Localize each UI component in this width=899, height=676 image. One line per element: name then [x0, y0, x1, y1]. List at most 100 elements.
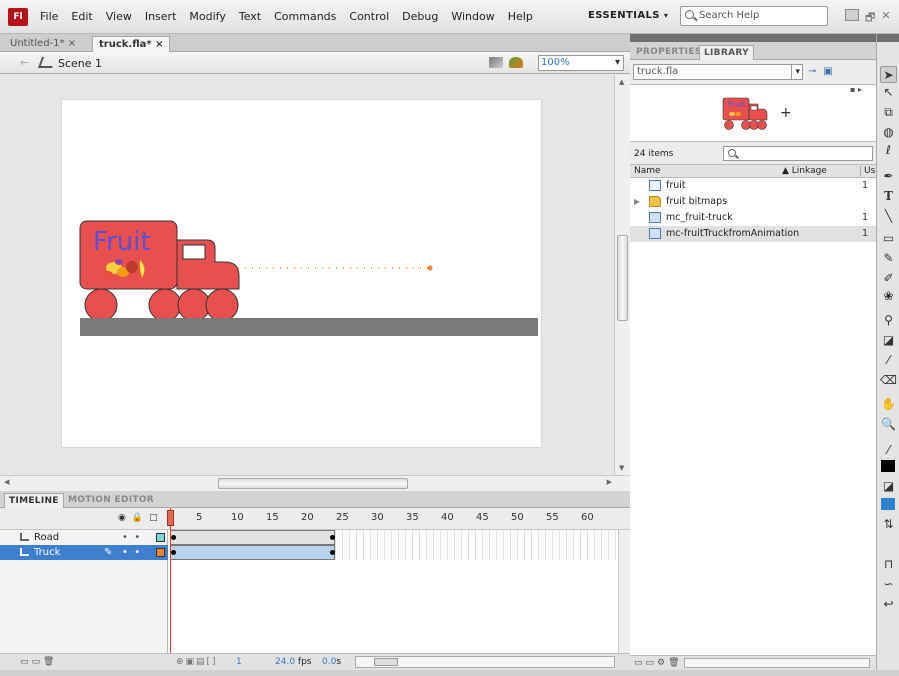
eyedropper-tool-icon[interactable]: ⁄ — [880, 352, 897, 369]
layer-buttons[interactable]: ▭▭🗑 — [20, 657, 57, 667]
library-item-mc-fruittruckfromanimation[interactable]: mc-fruitTruckfromAnimation 1 — [630, 226, 876, 242]
text-tool-icon[interactable]: T — [880, 188, 897, 205]
playhead-handle[interactable] — [167, 510, 174, 526]
stroke-color-swatch[interactable] — [881, 460, 895, 472]
help-search-input[interactable]: Search Help — [680, 6, 828, 26]
smooth-icon[interactable]: ∽ — [880, 576, 897, 593]
scroll-up-icon[interactable]: ▲ — [619, 78, 624, 86]
stage-vertical-scrollbar[interactable]: ▲ ▼ — [614, 75, 630, 475]
scroll-left-icon[interactable]: ◀ — [4, 478, 9, 486]
library-column-header: Name ▲ Linkage Us — [630, 164, 876, 178]
eye-icon[interactable]: ◉ — [118, 513, 126, 523]
pencil-tool-icon[interactable]: ✎ — [880, 250, 897, 267]
layer-visibility-dots[interactable]: • • — [122, 530, 140, 545]
layer-color-swatch[interactable] — [156, 533, 165, 542]
tab-library[interactable]: LIBRARY — [699, 45, 754, 60]
column-use-count[interactable]: Us — [860, 166, 875, 176]
road-frame-span[interactable] — [170, 530, 335, 545]
menu-text[interactable]: Text — [239, 10, 261, 23]
lock-icon[interactable]: 🔒 — [132, 513, 143, 523]
frame-rate[interactable]: 24.0 fps — [275, 657, 312, 667]
deco-tool-icon[interactable]: ❀ — [880, 288, 897, 305]
menu-view[interactable]: View — [106, 10, 132, 23]
onion-skin-icons[interactable]: ⊕▣▤[] — [176, 657, 218, 667]
rectangle-tool-icon[interactable]: ▭ — [880, 230, 897, 247]
playhead[interactable] — [170, 508, 171, 653]
menu-modify[interactable]: Modify — [189, 10, 225, 23]
new-library-icon[interactable]: ▣ — [823, 66, 832, 77]
library-document-select[interactable]: truck.fla — [633, 64, 803, 80]
expand-arrow-icon[interactable]: ▶ — [634, 194, 640, 210]
bone-tool-icon[interactable]: ⚲ — [880, 312, 897, 329]
menu-help[interactable]: Help — [508, 10, 533, 23]
tab-timeline[interactable]: TIMELINE — [4, 493, 64, 508]
subselection-tool-icon[interactable]: ↖ — [880, 84, 897, 101]
library-footer-buttons[interactable]: ▭▭⚙🗑 — [634, 658, 683, 668]
back-arrow-icon[interactable]: ← — [20, 56, 29, 69]
lasso-tool-icon[interactable]: ℓ — [880, 142, 897, 159]
pen-tool-icon[interactable]: ✒ — [880, 168, 897, 185]
layer-visibility-dots[interactable]: • • — [122, 545, 140, 560]
menu-insert[interactable]: Insert — [145, 10, 177, 23]
tab-motion-editor[interactable]: MOTION EDITOR — [64, 493, 158, 507]
line-tool-icon[interactable]: ╲ — [880, 208, 897, 225]
zoom-select[interactable]: 100% — [538, 55, 624, 71]
free-transform-tool-icon[interactable]: ⧉ — [880, 104, 897, 121]
layer-road[interactable]: Road • • — [0, 530, 168, 545]
selection-tool-icon[interactable]: ➤ — [880, 66, 897, 83]
scroll-right-icon[interactable]: ▶ — [607, 478, 612, 486]
scene-label[interactable]: Scene 1 — [58, 57, 102, 70]
tab-truck-fla[interactable]: truck.fla* × — [92, 36, 171, 52]
edit-scene-icon[interactable] — [489, 57, 503, 68]
3d-rotation-tool-icon[interactable]: ◍ — [880, 124, 897, 141]
column-linkage[interactable]: ▲ Linkage — [782, 166, 827, 176]
preview-controls-icon[interactable]: ▪ ▸ — [850, 85, 862, 94]
keyframe[interactable] — [171, 550, 176, 555]
column-name[interactable]: Name — [634, 166, 661, 176]
straighten-icon[interactable]: ↩ — [880, 596, 897, 613]
library-item-name: mc-fruitTruckfromAnimation — [666, 228, 800, 239]
scroll-down-icon[interactable]: ▼ — [619, 464, 624, 472]
snap-to-objects-icon[interactable]: ⊓ — [880, 556, 897, 573]
timeline-horizontal-scrollbar[interactable] — [355, 656, 615, 668]
library-search-input[interactable] — [723, 146, 873, 161]
pin-icon[interactable]: ⊸ — [808, 66, 816, 77]
keyframe[interactable] — [171, 535, 176, 540]
truck-tween-span[interactable] — [170, 545, 335, 560]
edit-symbols-icon[interactable] — [509, 57, 523, 68]
stage[interactable]: Fruit — [61, 99, 542, 448]
minimize-button[interactable] — [845, 9, 859, 21]
keyframe[interactable] — [330, 550, 335, 555]
scroll-thumb[interactable] — [617, 235, 628, 321]
menu-debug[interactable]: Debug — [402, 10, 438, 23]
timeline-vertical-scrollbar[interactable] — [618, 530, 630, 653]
hand-tool-icon[interactable]: ✋ — [880, 396, 897, 413]
tab-untitled-1[interactable]: Untitled-1* × — [4, 36, 82, 52]
library-item-fruit-bitmaps[interactable]: ▶ fruit bitmaps — [630, 194, 876, 210]
menu-control[interactable]: Control — [349, 10, 389, 23]
menu-window[interactable]: Window — [451, 10, 494, 23]
fill-color-swatch[interactable] — [881, 498, 895, 510]
stage-horizontal-scrollbar[interactable]: ◀ ▶ — [0, 475, 630, 491]
menu-edit[interactable]: Edit — [71, 10, 92, 23]
tab-properties[interactable]: PROPERTIES — [632, 45, 706, 59]
eraser-tool-icon[interactable]: ⌫ — [880, 372, 897, 389]
restore-button[interactable]: 🗗 — [865, 9, 875, 28]
scroll-thumb[interactable] — [218, 478, 408, 489]
workspace-switcher[interactable]: ESSENTIALS ▾ — [588, 10, 668, 21]
library-item-mc-fruit-truck[interactable]: mc_fruit-truck 1 — [630, 210, 876, 226]
menu-commands[interactable]: Commands — [274, 10, 336, 23]
library-item-fruit[interactable]: fruit 1 — [630, 178, 876, 194]
keyframe[interactable] — [330, 535, 335, 540]
library-horizontal-scrollbar[interactable] — [684, 658, 870, 668]
swap-colors-icon[interactable]: ⇅ — [880, 516, 897, 533]
close-button[interactable]: ✕ — [881, 9, 890, 28]
brush-tool-icon[interactable]: ✐ — [880, 270, 897, 287]
zoom-tool-icon[interactable]: 🔍 — [880, 416, 897, 433]
outline-icon[interactable]: □ — [149, 513, 158, 523]
menu-file[interactable]: File — [40, 10, 58, 23]
layer-color-swatch[interactable] — [156, 548, 165, 557]
scroll-thumb[interactable] — [374, 658, 398, 666]
layer-truck[interactable]: Truck ✎ • • — [0, 545, 168, 560]
paint-bucket-tool-icon[interactable]: ◪ — [880, 332, 897, 349]
